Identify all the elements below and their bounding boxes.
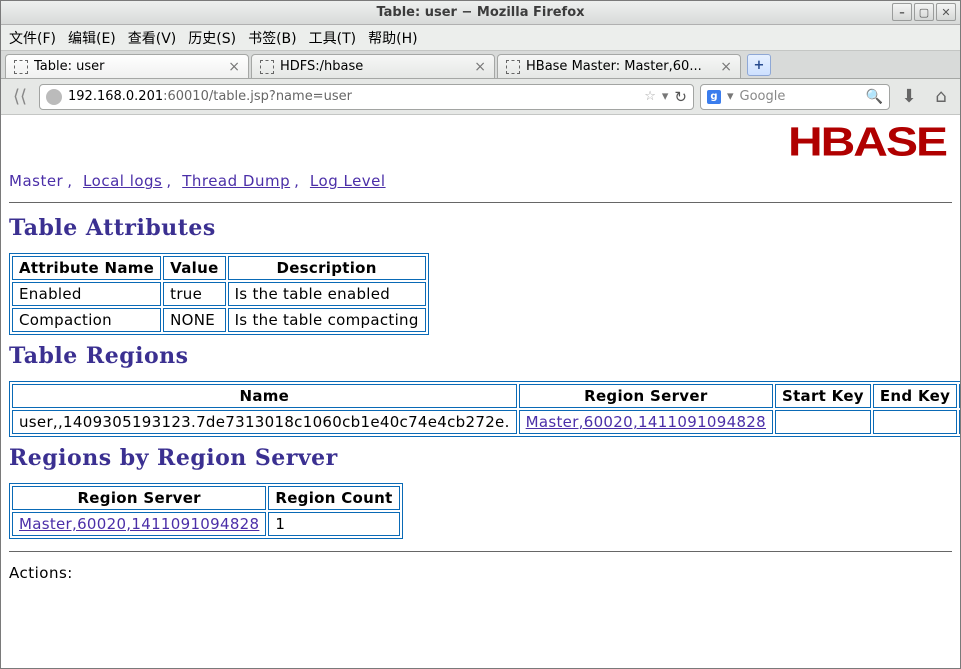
heading-regions: Table Regions — [9, 343, 952, 369]
col-end-key: End Key — [873, 384, 957, 408]
attributes-table: Attribute Name Value Description Enabled… — [9, 253, 429, 335]
cell-region-count: 1 — [268, 512, 399, 536]
close-icon[interactable]: × — [720, 60, 732, 74]
table-header-row: Region Server Region Count — [12, 486, 400, 510]
globe-icon — [46, 89, 62, 105]
table-row: Master,60020,1411091094828 1 — [12, 512, 400, 536]
col-region-server: Region Server — [12, 486, 266, 510]
cell-desc: Is the table enabled — [228, 282, 426, 306]
col-attr-name: Attribute Name — [12, 256, 161, 280]
col-start-key: Start Key — [775, 384, 871, 408]
tab-label: HBase Master: Master,60... — [526, 59, 714, 74]
search-placeholder: Google — [740, 89, 860, 104]
cell-value: NONE — [163, 308, 225, 332]
cell-end-key — [873, 410, 957, 434]
search-engine-dropdown-icon[interactable]: ▾ — [727, 89, 734, 104]
hbase-logo: HBASE — [788, 119, 952, 166]
menu-help[interactable]: 帮助(H) — [368, 28, 417, 48]
cell-attr-name: Compaction — [12, 308, 161, 332]
page-icon — [14, 60, 28, 74]
link-region-server[interactable]: Master,60020,1411091094828 — [526, 413, 766, 431]
col-description: Description — [228, 256, 426, 280]
table-row: user,,1409305193123.7de7313018c1060cb1e4… — [12, 410, 960, 434]
search-box[interactable]: g ▾ Google 🔍 — [700, 84, 890, 110]
window-title: Table: user − Mozilla Firefox — [376, 5, 584, 20]
tab-label: Table: user — [34, 59, 222, 74]
link-log-level[interactable]: Log Level — [310, 172, 386, 190]
link-thread-dump[interactable]: Thread Dump — [182, 172, 290, 190]
cell-region-server: Master,60020,1411091094828 — [519, 410, 773, 434]
nav-links: Master, Local logs, Thread Dump, Log Lev… — [9, 172, 952, 190]
link-master[interactable]: Master — [9, 172, 63, 190]
google-icon: g — [707, 90, 721, 104]
col-value: Value — [163, 256, 225, 280]
col-region-server: Region Server — [519, 384, 773, 408]
cell-desc: Is the table compacting — [228, 308, 426, 332]
url-text: 192.168.0.201:60010/table.jsp?name=user — [68, 89, 638, 104]
col-requests: Requests — [959, 384, 960, 408]
bookmark-star-icon[interactable]: ☆ — [644, 89, 656, 104]
cell-region-server: Master,60020,1411091094828 — [12, 512, 266, 536]
col-region-count: Region Count — [268, 486, 399, 510]
divider — [9, 551, 952, 552]
titlebar: Table: user − Mozilla Firefox – ▢ ✕ — [1, 1, 960, 25]
page-icon — [260, 60, 274, 74]
page-content: HBASE Master, Local logs, Thread Dump, L… — [1, 115, 960, 668]
menu-view[interactable]: 查看(V) — [128, 28, 177, 48]
cell-value: true — [163, 282, 225, 306]
cell-start-key — [775, 410, 871, 434]
link-region-server[interactable]: Master,60020,1411091094828 — [19, 515, 259, 533]
menubar: 文件(F) 编辑(E) 查看(V) 历史(S) 书签(B) 工具(T) 帮助(H… — [1, 25, 960, 51]
cell-requests: 0 — [959, 410, 960, 434]
table-header-row: Attribute Name Value Description — [12, 256, 426, 280]
menu-edit[interactable]: 编辑(E) — [68, 28, 116, 48]
browser-window: Table: user − Mozilla Firefox – ▢ ✕ 文件(F… — [0, 0, 961, 669]
menu-bookmarks[interactable]: 书签(B) — [248, 28, 297, 48]
close-button[interactable]: ✕ — [936, 3, 956, 21]
regions-table: Name Region Server Start Key End Key Req… — [9, 381, 960, 437]
tab-hbase-master[interactable]: HBase Master: Master,60... × — [497, 54, 741, 78]
heading-attributes: Table Attributes — [9, 215, 952, 241]
menu-history[interactable]: 历史(S) — [188, 28, 236, 48]
heading-by-server: Regions by Region Server — [9, 445, 952, 471]
search-icon[interactable]: 🔍 — [866, 89, 883, 105]
menu-tools[interactable]: 工具(T) — [309, 28, 356, 48]
downloads-button[interactable]: ⬇ — [896, 84, 922, 110]
cell-attr-name: Enabled — [12, 282, 161, 306]
link-local-logs[interactable]: Local logs — [83, 172, 162, 190]
reload-icon[interactable]: ↻ — [674, 88, 687, 106]
address-bar[interactable]: 192.168.0.201:60010/table.jsp?name=user … — [39, 84, 694, 110]
actions-label: Actions: — [9, 564, 952, 582]
close-icon[interactable]: × — [228, 60, 240, 74]
tab-hdfs[interactable]: HDFS:/hbase × — [251, 54, 495, 78]
maximize-button[interactable]: ▢ — [914, 3, 934, 21]
minimize-button[interactable]: – — [892, 3, 912, 21]
back-button[interactable]: ⟨⟨ — [7, 84, 33, 110]
tabstrip: Table: user × HDFS:/hbase × HBase Master… — [1, 51, 960, 79]
table-row: Enabled true Is the table enabled — [12, 282, 426, 306]
menu-file[interactable]: 文件(F) — [9, 28, 56, 48]
toolbar: ⟨⟨ 192.168.0.201:60010/table.jsp?name=us… — [1, 79, 960, 115]
url-dropdown-icon[interactable]: ▾ — [662, 89, 669, 104]
by-server-table: Region Server Region Count Master,60020,… — [9, 483, 403, 539]
tab-table-user[interactable]: Table: user × — [5, 54, 249, 78]
table-header-row: Name Region Server Start Key End Key Req… — [12, 384, 960, 408]
new-tab-button[interactable]: + — [747, 54, 771, 76]
tab-label: HDFS:/hbase — [280, 59, 468, 74]
home-button[interactable]: ⌂ — [928, 84, 954, 110]
close-icon[interactable]: × — [474, 60, 486, 74]
table-row: Compaction NONE Is the table compacting — [12, 308, 426, 332]
col-name: Name — [12, 384, 517, 408]
page-icon — [506, 60, 520, 74]
divider — [9, 202, 952, 203]
cell-region-name: user,,1409305193123.7de7313018c1060cb1e4… — [12, 410, 517, 434]
